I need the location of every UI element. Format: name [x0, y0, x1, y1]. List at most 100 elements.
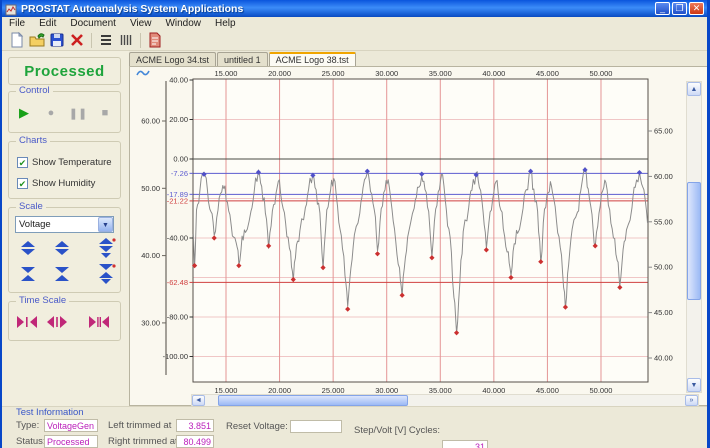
outer-left-axis: 60.00 50.00 40.00 30.00 — [141, 81, 167, 375]
scale-collapse-button-1[interactable] — [17, 266, 39, 282]
restore-button[interactable]: ❐ — [672, 2, 687, 15]
tab-0[interactable]: ACME Logo 34.tst — [129, 52, 217, 66]
scroll-up-icon[interactable]: ▲ — [687, 82, 701, 96]
open-button[interactable] — [27, 31, 47, 50]
scale-expand-button-2[interactable] — [51, 240, 73, 256]
svg-text:30.000: 30.000 — [375, 69, 398, 78]
new-document-button[interactable] — [7, 31, 27, 50]
svg-text:-7.26: -7.26 — [171, 169, 188, 178]
menu-help[interactable]: Help — [208, 17, 243, 30]
status-groupbox: Processed — [8, 57, 121, 85]
toolbar-separator — [140, 32, 141, 48]
svg-text:15.000: 15.000 — [215, 69, 238, 78]
type-value-field[interactable]: VoltageGen — [44, 419, 98, 432]
save-button[interactable] — [47, 31, 67, 50]
delete-x-icon — [71, 34, 83, 46]
list-view-icon — [101, 35, 111, 45]
app-window: PROSTAT Autoanalysis System Applications… — [0, 0, 710, 448]
list-view-button[interactable] — [96, 31, 116, 50]
scale-expand-all-button[interactable] — [95, 237, 117, 259]
toolbar — [2, 30, 707, 51]
column-view-button[interactable] — [116, 31, 136, 50]
right-trimmed-field[interactable]: 80.499 — [176, 435, 214, 448]
scale-collapse-button-2[interactable] — [51, 266, 73, 282]
checkbox-row: ✔ Show Humidity — [17, 177, 95, 190]
checkbox-label: Show Temperature — [32, 157, 112, 168]
report-button[interactable] — [145, 31, 165, 50]
save-icon — [50, 33, 64, 47]
scroll-right-icon[interactable]: » — [685, 395, 698, 406]
voltage-chart: 15.00015.00020.00020.00025.00025.00030.0… — [141, 69, 673, 395]
delete-button[interactable] — [67, 31, 87, 50]
reset-voltage-label: Reset Voltage: — [226, 421, 288, 432]
time-reset-button[interactable] — [87, 314, 109, 330]
right-trimmed-label: Right trimmed at — [108, 436, 178, 447]
sidebar: Processed Control ▶ ● ❚❚ ■ Charts ✔ Show … — [2, 51, 129, 406]
menu-edit[interactable]: Edit — [32, 17, 63, 30]
minimize-button[interactable]: _ — [655, 2, 670, 15]
checkbox-show-temperature[interactable]: ✔ — [17, 157, 28, 168]
menu-bar: File Edit Document View Window Help — [2, 17, 707, 30]
test-information-label: Test Information — [16, 407, 84, 418]
time-expand-button[interactable] — [45, 314, 67, 330]
svg-text:55.00: 55.00 — [654, 217, 673, 226]
status-label: Status: — [16, 436, 46, 447]
play-button[interactable]: ▶ — [15, 104, 33, 122]
left-trimmed-label: Left trimmed at — [108, 420, 172, 431]
svg-text:-40.00: -40.00 — [167, 234, 188, 243]
menu-document[interactable]: Document — [63, 17, 123, 30]
svg-text:30.00: 30.00 — [141, 318, 160, 327]
app-icon — [5, 3, 17, 15]
svg-text:50.000: 50.000 — [590, 69, 613, 78]
tab-2[interactable]: ACME Logo 38.tst — [268, 52, 356, 66]
test-information-panel: Test Information Type: VoltageGen Left t… — [2, 406, 707, 448]
svg-text:60.00: 60.00 — [654, 172, 673, 181]
svg-text:-21.22: -21.22 — [167, 196, 188, 205]
svg-text:20.000: 20.000 — [268, 69, 291, 78]
scale-collapse-all-button[interactable] — [95, 263, 117, 285]
scale-groupbox: Scale Voltage ▼ — [8, 201, 121, 293]
column-view-icon — [120, 35, 132, 45]
stop-button[interactable]: ■ — [96, 104, 114, 122]
svg-text:45.000: 45.000 — [536, 69, 559, 78]
step-volt-cycles-field[interactable]: 31 — [442, 440, 488, 448]
scroll-down-icon[interactable]: ▼ — [687, 378, 701, 392]
document-tabs: ACME Logo 34.tst untitled 1 ACME Logo 38.t… — [129, 51, 707, 66]
pause-button[interactable]: ❚❚ — [69, 104, 87, 122]
right-y-axis-labels: 65.00 60.00 55.00 50.00 45.00 40.00 — [648, 127, 673, 363]
time-compress-button[interactable] — [15, 314, 37, 330]
charts-groupbox: Charts ✔ Show Temperature ✔ Show Humidity — [8, 135, 121, 199]
menu-file[interactable]: File — [2, 17, 32, 30]
scale-group-label: Scale — [16, 201, 46, 212]
vertical-scrollbar[interactable]: ▲ ▼ — [686, 81, 702, 393]
scale-expand-button-1[interactable] — [17, 240, 39, 256]
open-folder-icon — [29, 33, 45, 47]
reset-voltage-field[interactable] — [290, 420, 342, 433]
tab-1[interactable]: untitled 1 — [217, 52, 268, 66]
checkbox-show-humidity[interactable]: ✔ — [17, 178, 28, 189]
scroll-left-icon[interactable]: ◄ — [192, 395, 205, 406]
horizontal-scroll-thumb[interactable] — [218, 395, 408, 406]
left-trimmed-field[interactable]: 3.851 — [176, 419, 214, 432]
close-button[interactable]: ✕ — [689, 2, 704, 15]
title-bar: PROSTAT Autoanalysis System Applications… — [2, 0, 707, 17]
chevron-down-icon[interactable]: ▼ — [98, 217, 113, 232]
svg-text:60.00: 60.00 — [141, 117, 160, 126]
svg-text:45.00: 45.00 — [654, 308, 673, 317]
svg-text:50.00: 50.00 — [654, 263, 673, 272]
time-scale-groupbox: Time Scale — [8, 295, 121, 341]
inner-y-axis-labels: 40.0020.000.00-7.26-17.89-21.22-40.00-62… — [163, 76, 193, 361]
record-button[interactable]: ● — [42, 104, 60, 122]
new-document-icon — [11, 32, 24, 48]
red-document-icon — [149, 32, 161, 48]
svg-text:25.000: 25.000 — [322, 69, 345, 78]
status-value-field[interactable]: Processed — [44, 435, 98, 448]
control-group-label: Control — [16, 85, 53, 96]
menu-window[interactable]: Window — [158, 17, 208, 30]
scale-dropdown[interactable]: Voltage ▼ — [15, 216, 114, 233]
time-scale-group-label: Time Scale — [16, 295, 70, 306]
chart-thumbnail-icon — [136, 70, 150, 76]
menu-view[interactable]: View — [123, 17, 159, 30]
vertical-scroll-thumb[interactable] — [687, 182, 701, 300]
checkbox-row: ✔ Show Temperature — [17, 156, 112, 169]
